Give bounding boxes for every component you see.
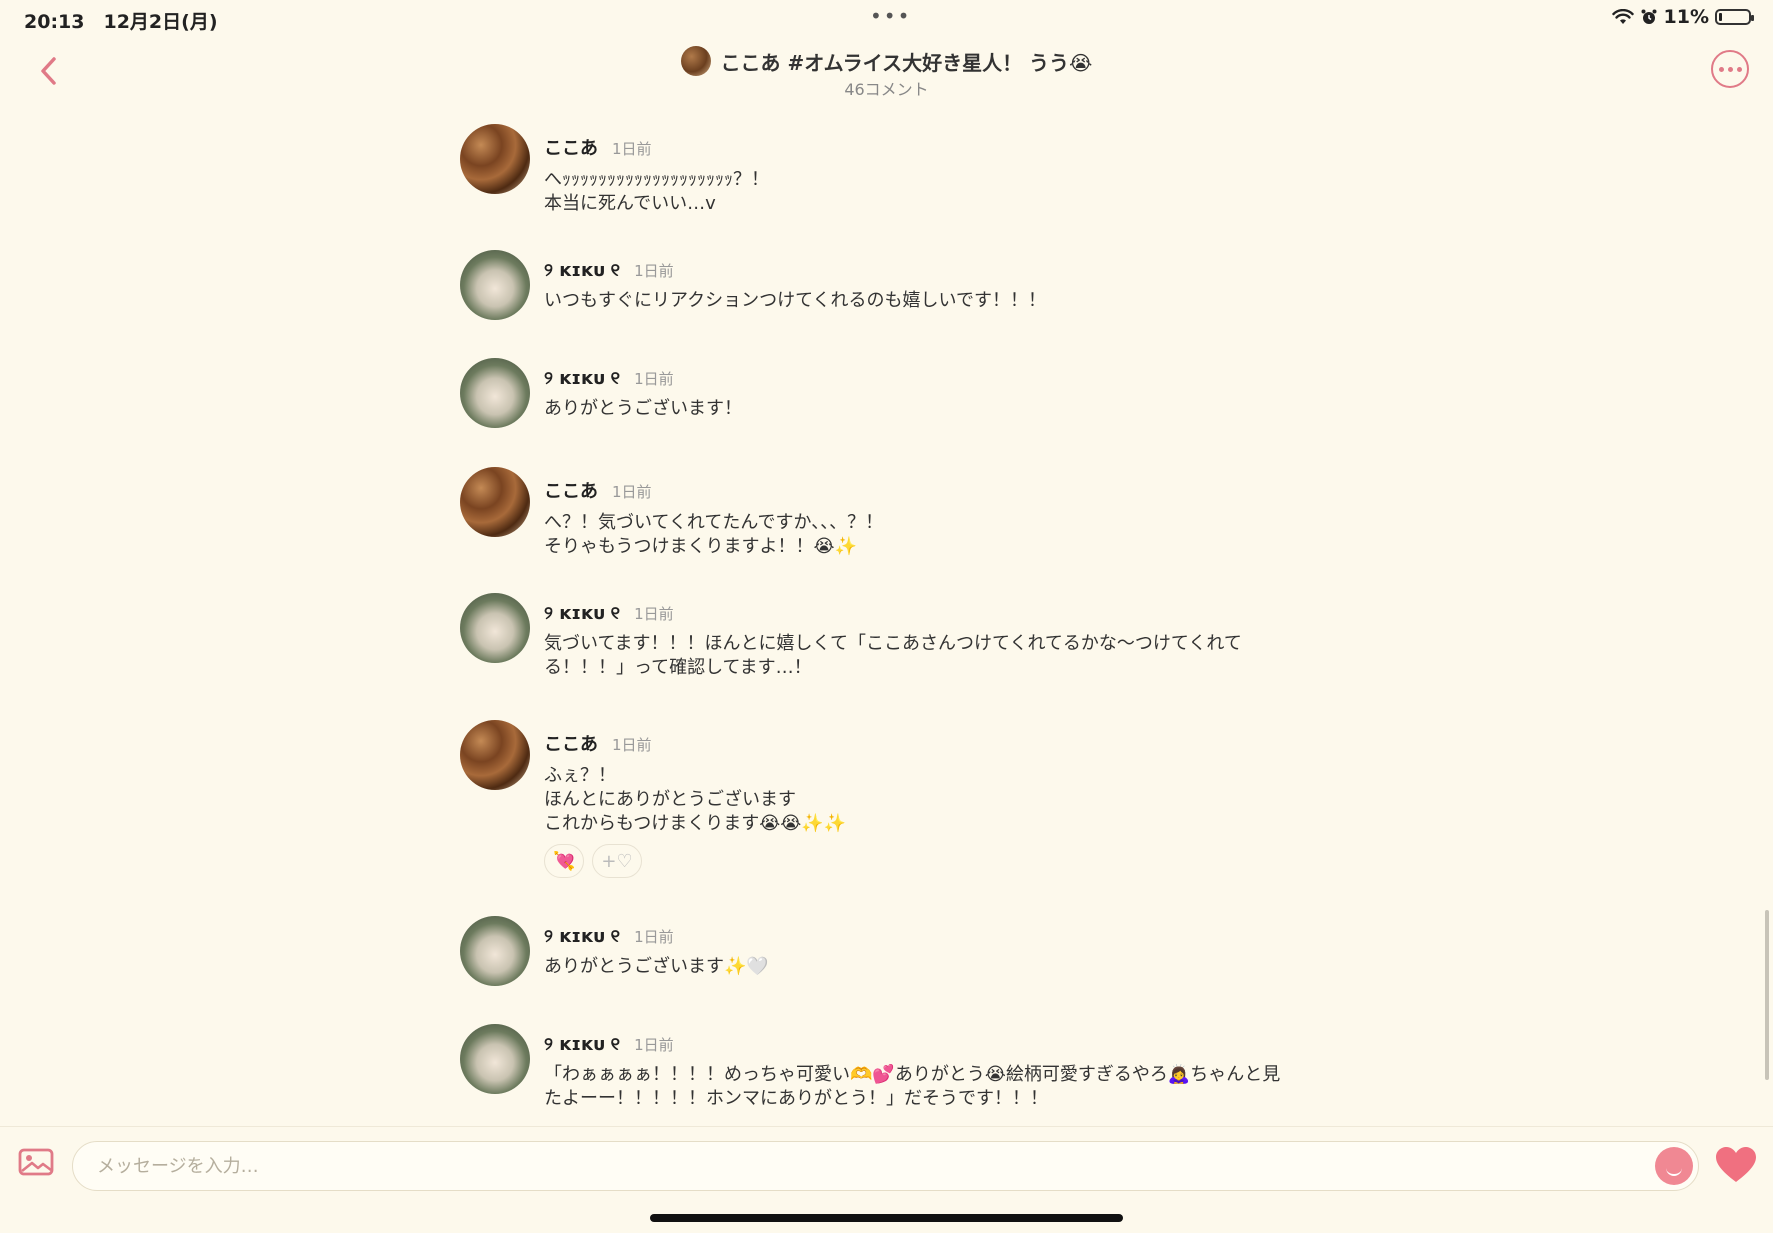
ellipsis-dot xyxy=(1727,66,1733,72)
more-options-button[interactable] xyxy=(1711,50,1749,88)
message-text: ありがとうございます！ xyxy=(544,398,742,419)
message-text: ありがとうございます✨🤍 xyxy=(544,956,769,977)
battery-icon xyxy=(1715,9,1754,25)
avatar[interactable] xyxy=(460,124,530,194)
message-text: へ？！気づいてくれてたんですか、、、？！ そりゃもうつけまくりますよ！！😭✨ xyxy=(544,512,884,557)
add-reaction-button[interactable]: +♡ xyxy=(592,844,642,878)
message-text: へｯｯｯｯｯｯｯｯｯｯｯｯｯｯｯｯｯｯｯ？！ 本当に死んでいい…v xyxy=(544,169,769,214)
message-time: 1日前 xyxy=(612,736,652,754)
status-bar: 20:13 12月2日(月) ••• 11% xyxy=(0,0,1773,36)
image-attach-button[interactable] xyxy=(18,1147,54,1177)
avatar[interactable] xyxy=(460,720,530,790)
message-time: 1日前 xyxy=(612,483,652,501)
message-time: 1日前 xyxy=(634,370,674,388)
reaction-heart-arrow[interactable]: 💘 xyxy=(544,844,585,878)
message-text: ふぇ？！ ほんとにありがとうございます これからもつけまくります😭😭✨✨ xyxy=(544,765,847,834)
like-button[interactable] xyxy=(1714,1145,1758,1185)
message-input[interactable] xyxy=(72,1141,1699,1191)
user-name[interactable]: ここあ xyxy=(544,730,598,756)
message-text: 「わぁぁぁぁ！！！！めっちゃ可愛い🫶💕ありがとう😭絵柄可愛すぎるやろ🙇‍♀️ちゃ… xyxy=(544,1064,1281,1109)
user-name[interactable]: ୨ ᴋɪᴋᴜ ୧ xyxy=(544,260,620,281)
user-name[interactable]: ୨ ᴋɪᴋᴜ ୧ xyxy=(544,926,620,947)
user-name[interactable]: ୨ ᴋɪᴋᴜ ୧ xyxy=(544,368,620,389)
avatar[interactable] xyxy=(460,358,530,428)
ellipsis-dot xyxy=(1736,66,1742,72)
battery-fill xyxy=(1719,13,1722,21)
user-name[interactable]: ୨ ᴋɪᴋᴜ ୧ xyxy=(544,603,620,624)
ellipsis-dot xyxy=(1718,66,1724,72)
alarm-icon xyxy=(1641,9,1657,24)
wifi-icon xyxy=(1611,9,1634,24)
thread-header: ここあ #オムライス大好き星人！ うう😭 46コメント xyxy=(0,36,1773,106)
reaction-bar: 💘 +♡ xyxy=(544,844,1364,878)
heart-icon xyxy=(1716,1147,1756,1182)
thread-title-row[interactable]: ここあ #オムライス大好き星人！ うう😭 xyxy=(0,46,1773,76)
status-indicators: 11% xyxy=(1611,6,1754,28)
battery-percent: 11% xyxy=(1663,6,1709,28)
image-icon xyxy=(18,1148,54,1176)
multitasking-dots-icon[interactable]: ••• xyxy=(870,4,911,28)
user-name[interactable]: ここあ xyxy=(544,134,598,160)
message-time: 1日前 xyxy=(634,1036,674,1054)
thread-title: ここあ #オムライス大好き星人！ うう😭 xyxy=(720,50,1093,75)
home-indicator[interactable] xyxy=(650,1214,1123,1222)
thread-avatar xyxy=(680,46,711,76)
message-text: 気づいてます！！！ほんとに嬉しくて「ここあさんつけてくれてるかな〜つけてくれて … xyxy=(544,633,1242,678)
avatar[interactable] xyxy=(460,467,530,537)
message-time: 1日前 xyxy=(634,605,674,623)
avatar[interactable] xyxy=(460,593,530,663)
avatar[interactable] xyxy=(460,1024,530,1094)
message-time: 1日前 xyxy=(634,262,674,280)
user-name[interactable]: ここあ xyxy=(544,477,598,503)
comment-count: 46コメント xyxy=(844,80,929,99)
avatar[interactable] xyxy=(460,916,530,986)
message-time: 1日前 xyxy=(634,928,674,946)
user-name[interactable]: ୨ ᴋɪᴋᴜ ୧ xyxy=(544,1034,620,1055)
status-time: 20:13 12月2日(月) xyxy=(24,11,218,33)
scrollbar[interactable] xyxy=(1765,910,1769,1080)
emoji-button[interactable] xyxy=(1655,1147,1693,1185)
message-text: いつもすぐにリアクションつけてくれるのも嬉しいです！！！ xyxy=(544,290,1047,311)
message-time: 1日前 xyxy=(612,140,652,158)
avatar[interactable] xyxy=(460,250,530,320)
